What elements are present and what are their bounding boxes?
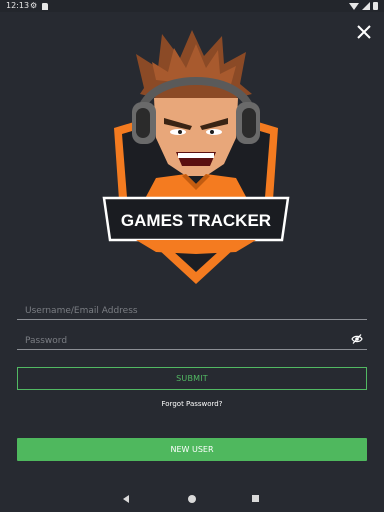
logo-text: GAMES TRACKER (121, 211, 271, 230)
navigation-bar (0, 484, 384, 512)
back-icon[interactable] (123, 495, 129, 503)
wifi-icon (349, 2, 359, 10)
settings-gear-icon: ⚙ (30, 1, 38, 10)
sd-card-icon (42, 3, 48, 10)
eye-off-icon[interactable] (351, 333, 363, 345)
username-field[interactable] (17, 298, 367, 322)
submit-button[interactable]: SUBMIT (17, 367, 367, 390)
games-tracker-logo: GAMES TRACKER (102, 30, 290, 284)
status-bar: 12:13 ⚙ (0, 0, 384, 12)
close-icon (357, 25, 371, 39)
signal-icon (362, 2, 370, 10)
recents-icon[interactable] (252, 495, 259, 502)
status-time: 12:13 (6, 1, 30, 10)
battery-icon (373, 2, 378, 10)
forgot-password-link[interactable]: Forgot Password? (0, 400, 384, 408)
home-icon[interactable] (188, 495, 196, 503)
status-icons (349, 2, 378, 10)
password-input[interactable] (17, 330, 367, 352)
password-field[interactable] (17, 328, 367, 352)
new-user-button[interactable]: NEW USER (17, 438, 367, 461)
username-input[interactable] (17, 300, 367, 322)
close-button[interactable] (354, 22, 374, 42)
